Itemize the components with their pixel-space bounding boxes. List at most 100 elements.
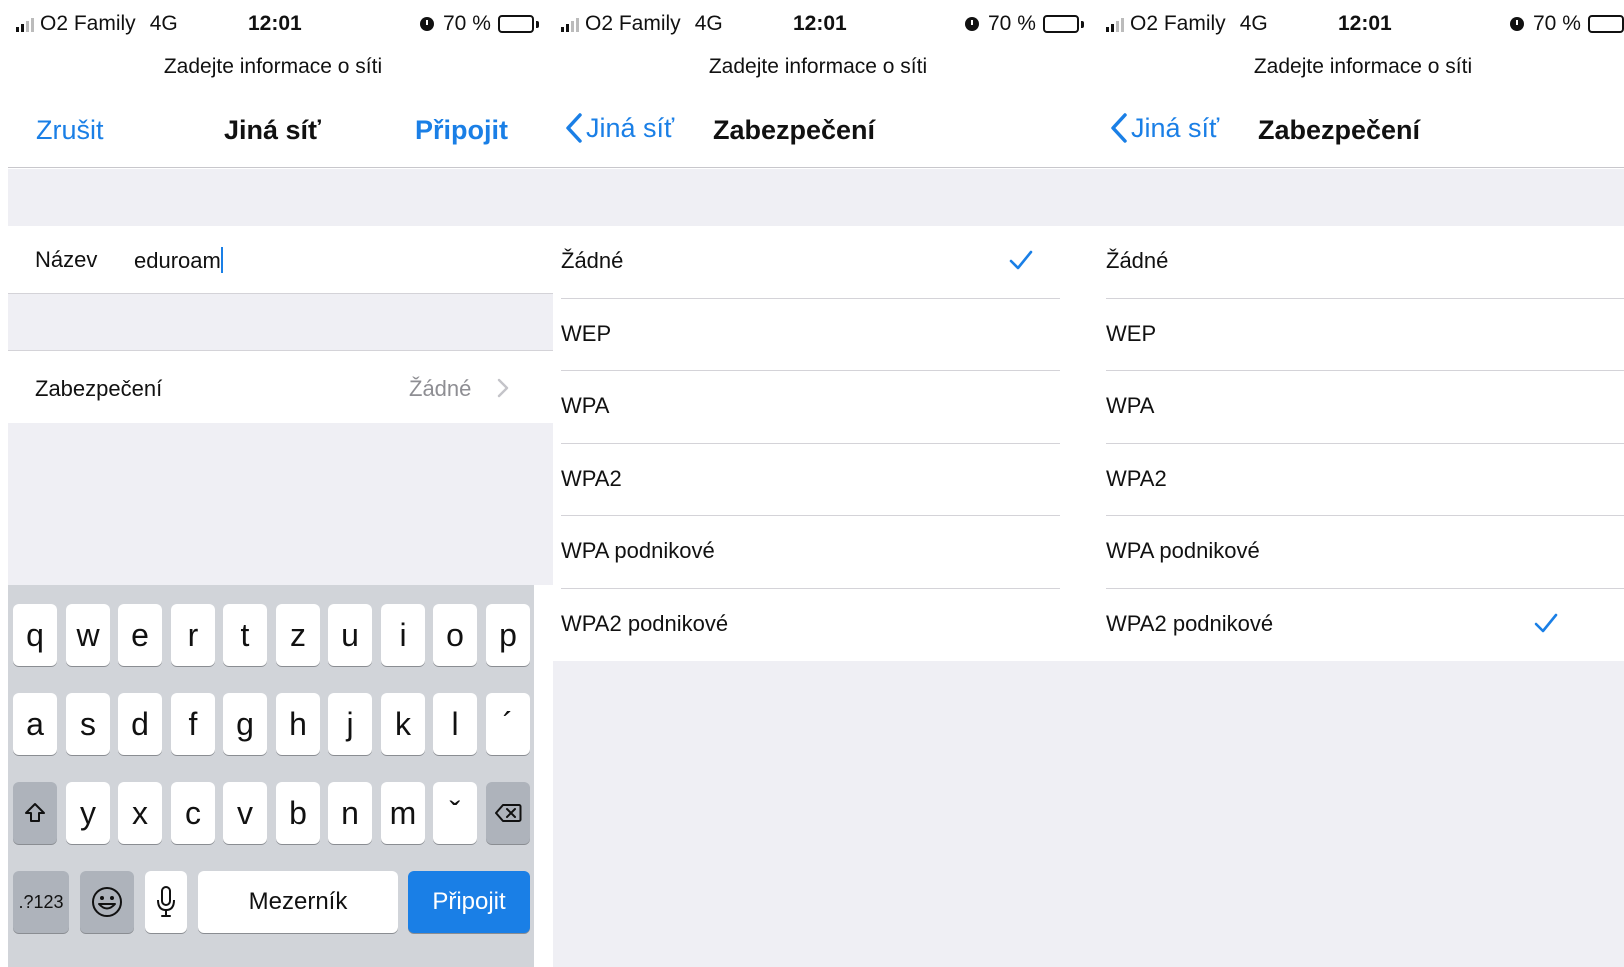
- key-t[interactable]: t: [223, 604, 267, 666]
- emoji-key[interactable]: [80, 871, 134, 933]
- key-r[interactable]: r: [171, 604, 215, 666]
- key-s[interactable]: s: [66, 693, 110, 755]
- connect-button[interactable]: Připojit: [415, 115, 508, 146]
- key-z[interactable]: z: [276, 604, 320, 666]
- shift-icon: [25, 803, 45, 822]
- security-value: Žádné: [409, 376, 472, 401]
- key-l[interactable]: l: [433, 693, 477, 755]
- option-label: WPA2: [1106, 465, 1167, 491]
- key-c[interactable]: c: [171, 782, 215, 844]
- space-key[interactable]: Mezerník: [198, 871, 398, 933]
- key-a[interactable]: a: [13, 693, 57, 755]
- option-wpa2-enterprise[interactable]: WPA2 podnikové: [553, 589, 1098, 662]
- status-bar: O2 Family 4G 12:01 70 %: [553, 0, 1098, 48]
- network-prompt: Zadejte informace o síti: [163, 55, 383, 78]
- checkmark-icon: [1009, 250, 1033, 270]
- key-h[interactable]: h: [276, 693, 320, 755]
- name-input[interactable]: eduroam: [134, 247, 223, 274]
- option-wpa-enterprise[interactable]: WPA podnikové: [553, 516, 1098, 589]
- option-wep[interactable]: WEP: [553, 299, 1098, 371]
- option-none[interactable]: Žádné: [1098, 226, 1624, 299]
- option-label: WEP: [561, 320, 612, 346]
- key-u[interactable]: u: [328, 604, 372, 666]
- network-type: 4G: [694, 12, 723, 35]
- battery-icon: [1587, 15, 1624, 33]
- section-gap: [8, 293, 553, 351]
- page-title: Jiná síť: [224, 115, 321, 145]
- clock: 12:01: [1338, 12, 1392, 35]
- key-m[interactable]: m: [381, 782, 425, 844]
- signal-icon: [561, 16, 579, 32]
- list-background: Žádné WEP WPA WPA2 WPA podnikové WPA2 po…: [1098, 169, 1624, 967]
- nav-bar: Jiná síť Zabezpečení: [1098, 98, 1624, 168]
- network-prompt: Zadejte informace o síti: [1253, 55, 1473, 78]
- battery-icon: [1042, 15, 1084, 33]
- option-wpa2-enterprise[interactable]: WPA2 podnikové: [1098, 589, 1624, 662]
- key-acute-accent[interactable]: ´: [486, 693, 530, 755]
- option-wpa[interactable]: WPA: [1098, 371, 1624, 444]
- text-cursor: [220, 247, 223, 273]
- checkmark-icon: [1534, 613, 1558, 632]
- option-label: Žádné: [561, 248, 624, 273]
- name-row[interactable]: Název eduroam: [8, 226, 553, 293]
- key-v[interactable]: v: [223, 782, 267, 844]
- list-background: Žádné WEP WPA WPA2 WPA podnikové WPA2 po…: [553, 169, 1098, 967]
- option-none[interactable]: Žádné: [553, 226, 1098, 299]
- page-title: Zabezpečení: [713, 115, 876, 145]
- keyboard-connect-key[interactable]: Připojit: [408, 871, 530, 933]
- carrier-name: O2 Family: [1130, 12, 1226, 35]
- option-label: Žádné: [1106, 248, 1169, 273]
- battery-percent: 70 %: [988, 12, 1036, 35]
- status-bar: O2 Family 4G 12:01 70 %: [8, 0, 553, 48]
- name-input-value: eduroam: [134, 248, 221, 273]
- chevron-left-icon: [566, 113, 582, 143]
- key-y[interactable]: y: [66, 782, 110, 844]
- key-e[interactable]: e: [118, 604, 162, 666]
- key-w[interactable]: w: [66, 604, 110, 666]
- security-label: Zabezpečení: [35, 376, 163, 401]
- page-title: Zabezpečení: [1258, 115, 1421, 145]
- key-q[interactable]: q: [13, 604, 57, 666]
- network-prompt: Zadejte informace o síti: [708, 55, 928, 78]
- option-label: WPA podnikové: [561, 538, 715, 563]
- cancel-button[interactable]: Zrušit: [36, 115, 104, 146]
- security-options-list: Žádné WEP WPA WPA2 WPA podnikové WPA2 po…: [1098, 226, 1624, 661]
- option-wpa2[interactable]: WPA2: [553, 444, 1098, 516]
- key-x[interactable]: x: [118, 782, 162, 844]
- option-wpa-enterprise[interactable]: WPA podnikové: [1098, 516, 1624, 589]
- back-button[interactable]: Jiná síť: [1110, 112, 1219, 144]
- option-wpa2[interactable]: WPA2: [1098, 444, 1624, 516]
- security-row[interactable]: Zabezpečení Žádné: [8, 351, 553, 423]
- emoji-icon: [92, 887, 122, 917]
- chevron-right-icon: [497, 378, 509, 398]
- chevron-left-icon: [1111, 113, 1127, 143]
- backspace-key[interactable]: [486, 782, 530, 844]
- key-o[interactable]: o: [433, 604, 477, 666]
- battery-percent: 70 %: [1533, 12, 1581, 35]
- option-label: WPA2 podnikové: [1106, 610, 1274, 636]
- dictation-key[interactable]: [145, 871, 187, 933]
- key-i[interactable]: i: [381, 604, 425, 666]
- shift-key[interactable]: [13, 782, 57, 844]
- key-p[interactable]: p: [486, 604, 530, 666]
- numbers-key[interactable]: .?123: [13, 871, 69, 933]
- key-d[interactable]: d: [118, 693, 162, 755]
- key-g[interactable]: g: [223, 693, 267, 755]
- back-button[interactable]: Jiná síť: [565, 112, 674, 144]
- alarm-icon: [420, 17, 434, 31]
- key-j[interactable]: j: [328, 693, 372, 755]
- option-wpa[interactable]: WPA: [553, 371, 1098, 444]
- key-k[interactable]: k: [381, 693, 425, 755]
- network-type: 4G: [149, 12, 178, 35]
- option-wep[interactable]: WEP: [1098, 299, 1624, 371]
- key-b[interactable]: b: [276, 782, 320, 844]
- alarm-icon: [1510, 17, 1524, 31]
- empty-area: [8, 423, 553, 585]
- key-n[interactable]: n: [328, 782, 372, 844]
- option-label: WPA2: [561, 465, 622, 491]
- key-f[interactable]: f: [171, 693, 215, 755]
- key-caron[interactable]: ˇ: [433, 782, 477, 844]
- carrier-name: O2 Family: [40, 12, 136, 35]
- nav-bar: Zrušit Jiná síť Připojit: [8, 98, 553, 168]
- option-label: WEP: [1106, 320, 1157, 346]
